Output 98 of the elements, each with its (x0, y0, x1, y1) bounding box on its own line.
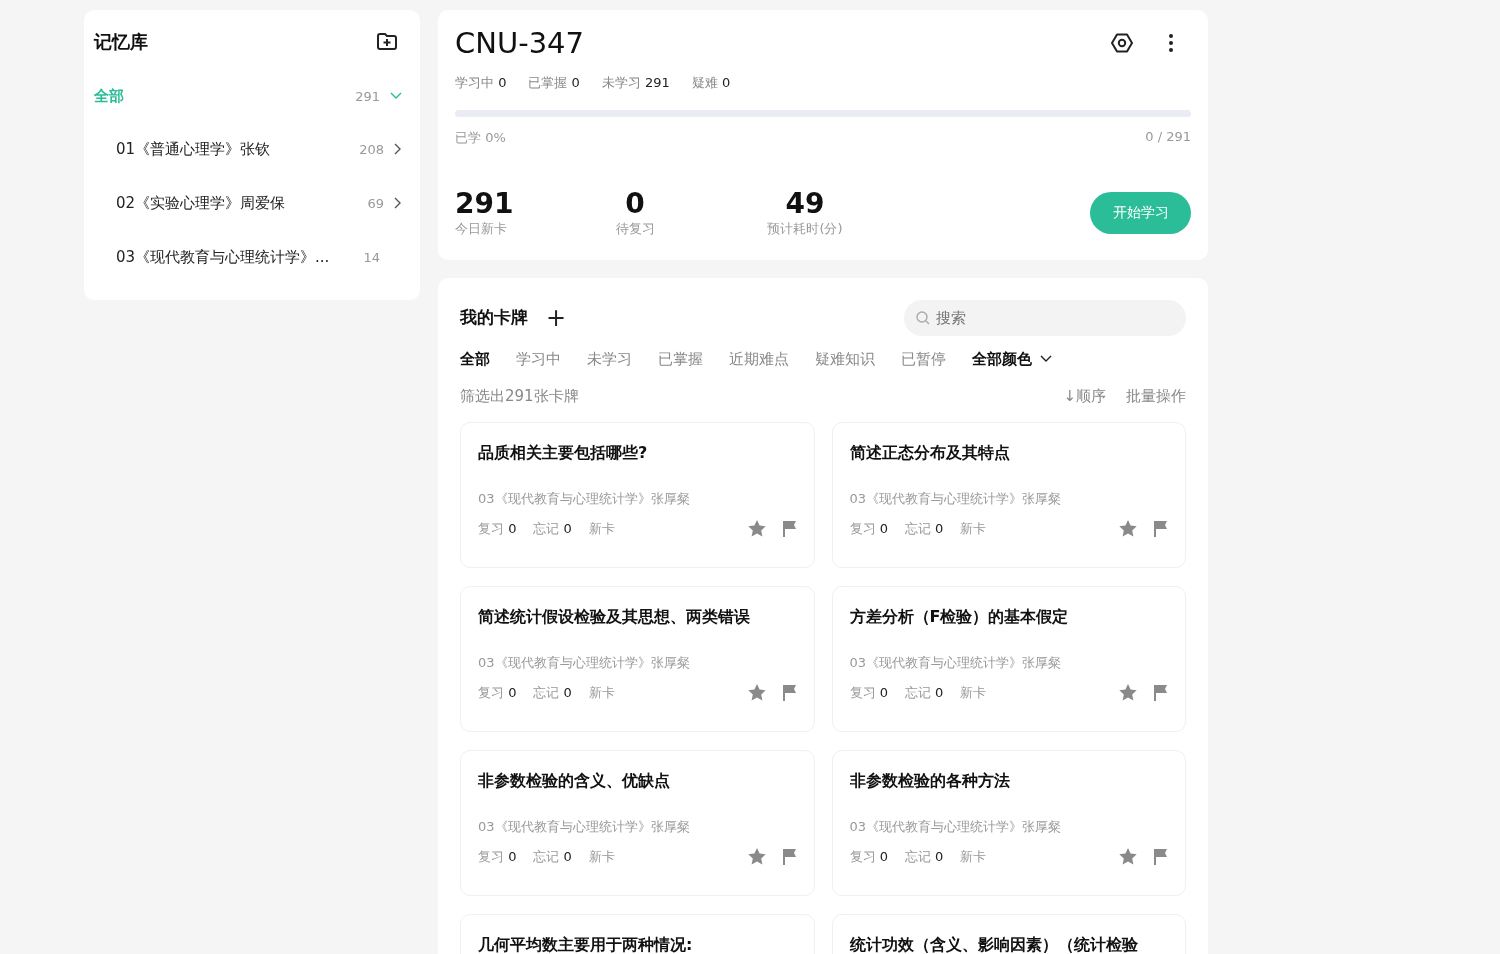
flag-icon[interactable] (1154, 684, 1168, 702)
star-icon[interactable] (747, 520, 766, 538)
star-icon[interactable] (1119, 848, 1137, 866)
star-icon[interactable] (747, 684, 766, 702)
card-deck-name: 03《现代教育与心理统计学》张厚粲 (849, 817, 1063, 836)
card-count: 69 (367, 195, 384, 211)
flashcard[interactable]: 方差分析（F检验）的基本假定 03《现代教育与心理统计学》张厚粲 复习 0 忘记 0 新卡 (831, 585, 1186, 732)
filter-tab[interactable]: 学习中 (516, 349, 561, 369)
more-menu-icon[interactable] (1169, 34, 1173, 52)
card-title: 统计功效（含义、影响因素）（统计检验 (849, 934, 1139, 954)
flashcard[interactable]: 非参数检验的各种方法 03《现代教育与心理统计学》张厚粲 复习 0 忘记 0 新卡 (831, 749, 1186, 896)
review-count: 复习 0 (849, 847, 888, 866)
card-count: 291 (355, 88, 380, 104)
chevron-right-icon[interactable] (394, 197, 402, 209)
status-count: 已掌握 0 (528, 74, 580, 92)
sort-button[interactable]: ↓顺序 (1063, 386, 1106, 406)
add-card-button[interactable]: + (540, 305, 573, 330)
flashcard[interactable]: 几何平均数主要用于两种情况: (460, 913, 815, 954)
flag-icon[interactable] (782, 520, 797, 538)
card-deck-name: 03《现代教育与心理统计学》张厚粲 (478, 489, 691, 508)
deck-name: 全部 (94, 86, 125, 106)
add-folder-icon[interactable] (376, 32, 398, 52)
flashcard[interactable]: 统计功效（含义、影响因素）（统计检验 (831, 913, 1186, 954)
flashcard[interactable]: 简述正态分布及其特点 03《现代教育与心理统计学》张厚粲 复习 0 忘记 0 新卡 (831, 421, 1186, 568)
sidebar-title: 记忆库 (94, 30, 148, 54)
card-status: 新卡 (588, 519, 615, 538)
card-title: 品质相关主要包括哪些? (478, 442, 649, 464)
card-deck-name: 03《现代教育与心理统计学》张厚粲 (849, 653, 1063, 672)
review-count: 复习 0 (849, 519, 888, 538)
progress-label: 已学 0% (455, 129, 506, 147)
settings-icon[interactable] (1111, 32, 1133, 54)
card-title: 简述统计假设检验及其思想、两类错误 (478, 606, 751, 628)
review-count: 复习 0 (478, 683, 517, 702)
filter-tab[interactable]: 疑难知识 (815, 349, 875, 369)
batch-action-button[interactable]: 批量操作 (1126, 386, 1186, 406)
filter-result-text: 筛选出291张卡牌 (460, 386, 579, 406)
review-count: 复习 0 (478, 847, 517, 866)
summary-value: 0 (625, 189, 645, 220)
flashcard[interactable]: 品质相关主要包括哪些? 03《现代教育与心理统计学》张厚粲 复习 0 忘记 0 新卡 (460, 421, 815, 568)
chevron-down-icon[interactable] (390, 92, 402, 100)
card-title: 几何平均数主要用于两种情况: (478, 934, 694, 954)
chevron-down-icon (1040, 355, 1052, 364)
filter-tab[interactable]: 未学习 (587, 349, 632, 369)
forget-count: 忘记 0 (533, 683, 572, 702)
card-status: 新卡 (588, 683, 615, 702)
section-title: 我的卡牌 (460, 306, 528, 330)
filter-tab[interactable]: 已暂停 (901, 349, 946, 369)
sidebar-item[interactable]: 01《普通心理学》张钦 208 (94, 122, 402, 176)
card-status: 新卡 (588, 847, 615, 866)
card-status: 新卡 (960, 683, 987, 702)
search-field[interactable]: 搜索 (904, 299, 1186, 336)
filter-tab[interactable]: 近期难点 (729, 349, 789, 369)
sidebar-item[interactable]: 02《实验心理学》周爱保 69 (94, 176, 402, 230)
card-count: 14 (363, 249, 380, 265)
deck-name: 01《普通心理学》张钦 (116, 139, 272, 159)
review-count: 复习 0 (478, 519, 517, 538)
status-count: 未学习 291 (601, 74, 670, 92)
forget-count: 忘记 0 (533, 847, 572, 866)
status-count: 学习中 0 (455, 74, 507, 92)
flashcard[interactable]: 简述统计假设检验及其思想、两类错误 03《现代教育与心理统计学》张厚粲 复习 0 忘记 0 新卡 (460, 585, 815, 732)
summary-value: 291 (455, 189, 514, 220)
forget-count: 忘记 0 (533, 519, 572, 538)
summary-value: 49 (785, 189, 825, 220)
flag-icon[interactable] (1154, 520, 1168, 538)
card-title: 非参数检验的含义、优缺点 (478, 770, 671, 792)
card-deck-name: 03《现代教育与心理统计学》张厚粲 (849, 489, 1063, 508)
card-status: 新卡 (960, 847, 987, 866)
card-title: 方差分析（F检验）的基本假定 (849, 606, 1070, 628)
star-icon[interactable] (1119, 684, 1137, 702)
summary-label: 待复习 (615, 219, 655, 238)
card-deck-name: 03《现代教育与心理统计学》张厚粲 (478, 817, 691, 836)
card-count: 208 (359, 141, 384, 157)
deck-title: CNU-347 (455, 26, 584, 60)
star-icon[interactable] (747, 848, 766, 866)
deck-name: 03《现代教育与心理统计学》... (116, 247, 331, 267)
star-icon[interactable] (1119, 520, 1137, 538)
card-status: 新卡 (960, 519, 987, 538)
flashcard[interactable]: 非参数检验的含义、优缺点 03《现代教育与心理统计学》张厚粲 复习 0 忘记 0 新卡 (460, 749, 815, 896)
filter-tab[interactable]: 已掌握 (658, 349, 703, 369)
filter-tab[interactable]: 全部 (460, 349, 490, 369)
sidebar-item[interactable]: 03《现代教育与心理统计学》... 14 (94, 230, 402, 284)
flag-icon[interactable] (782, 848, 797, 866)
forget-count: 忘记 0 (904, 683, 944, 702)
progress-reading: 0 / 291 (1145, 129, 1191, 146)
status-count: 疑难 0 (691, 74, 731, 92)
forget-count: 忘记 0 (904, 519, 944, 538)
card-title: 简述正态分布及其特点 (849, 442, 1011, 464)
chevron-right-icon[interactable] (394, 143, 402, 155)
flag-icon[interactable] (782, 684, 797, 702)
review-count: 复习 0 (849, 683, 888, 702)
deck-name: 02《实验心理学》周爱保 (116, 193, 287, 213)
card-deck-name: 03《现代教育与心理统计学》张厚粲 (478, 653, 691, 672)
color-filter-dropdown[interactable]: 全部颜色 (972, 349, 1052, 369)
summary-label: 预计耗时(分) (767, 219, 843, 238)
forget-count: 忘记 0 (904, 847, 944, 866)
card-title: 非参数检验的各种方法 (849, 770, 1011, 792)
flag-icon[interactable] (1154, 848, 1168, 866)
summary-label: 今日新卡 (455, 219, 507, 238)
